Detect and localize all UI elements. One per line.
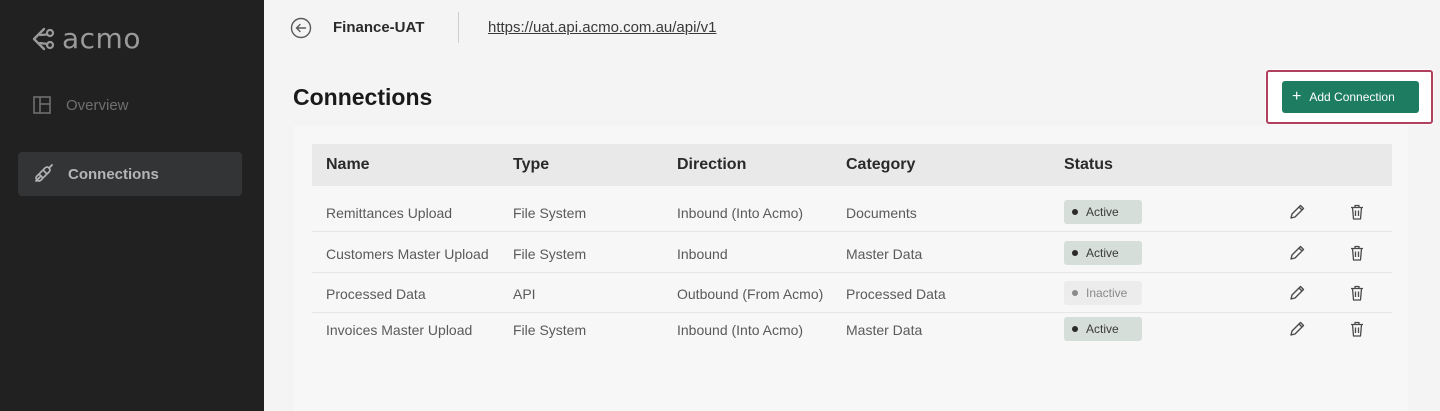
cell-type: File System — [513, 246, 587, 262]
environment-name: Finance-UAT — [333, 19, 425, 36]
cell-direction: Outbound (From Acmo) — [677, 286, 824, 302]
cell-name: Remittances Upload — [326, 205, 453, 221]
table-row[interactable]: Processed Data API Outbound (From Acmo) … — [312, 273, 1392, 313]
table-row[interactable]: Remittances Upload File System Inbound (… — [312, 192, 1392, 232]
column-header-name: Name — [326, 156, 370, 173]
delete-trash-icon[interactable] — [1348, 203, 1366, 221]
column-header-category: Category — [846, 156, 916, 173]
status-dot — [1072, 326, 1078, 332]
status-text: Active — [1086, 322, 1119, 336]
delete-trash-icon[interactable] — [1348, 244, 1366, 262]
column-header-type: Type — [513, 156, 550, 173]
table-header: Name Type Direction Category Status — [312, 144, 1392, 186]
status-badge: Active — [1064, 200, 1142, 224]
add-connection-button[interactable]: + Add Connection — [1282, 81, 1419, 113]
status-text: Inactive — [1086, 286, 1128, 300]
status-badge: Active — [1064, 317, 1142, 341]
column-header-status: Status — [1064, 156, 1113, 173]
sidebar: acmo Overview Connections — [0, 0, 264, 411]
status-dot — [1072, 250, 1078, 256]
cell-category: Documents — [846, 205, 917, 221]
cell-category: Master Data — [846, 322, 923, 338]
add-connection-label: Add Connection — [1309, 90, 1395, 104]
edit-pencil-icon[interactable] — [1288, 320, 1306, 338]
column-header-direction: Direction — [677, 156, 747, 173]
status-badge: Active — [1064, 241, 1142, 265]
delete-trash-icon[interactable] — [1348, 320, 1366, 338]
status-dot — [1072, 209, 1078, 215]
page-title: Connections — [293, 84, 433, 110]
status-text: Active — [1086, 205, 1119, 219]
sidebar-item-label: Overview — [66, 96, 129, 114]
cell-name: Customers Master Upload — [326, 246, 489, 262]
delete-trash-icon[interactable] — [1348, 284, 1366, 302]
topbar: Finance-UAT https://uat.api.acmo.com.au/… — [264, 0, 1440, 56]
status-dot — [1072, 290, 1078, 296]
cell-type: File System — [513, 205, 587, 221]
cell-category: Master Data — [846, 246, 923, 262]
connections-panel: Name Type Direction Category Status Remi… — [294, 126, 1408, 411]
logo-text: acmo — [62, 22, 141, 55]
acmo-logo-icon — [32, 27, 55, 50]
cell-type: File System — [513, 322, 587, 338]
table-row[interactable]: Invoices Master Upload File System Inbou… — [312, 309, 1392, 349]
cell-type: API — [513, 286, 536, 302]
cell-direction: Inbound — [677, 246, 728, 262]
sidebar-item-overview[interactable]: Overview — [18, 83, 242, 127]
edit-pencil-icon[interactable] — [1288, 284, 1306, 302]
cell-name: Invoices Master Upload — [326, 322, 473, 338]
cell-direction: Inbound (Into Acmo) — [677, 205, 804, 221]
edit-pencil-icon[interactable] — [1288, 244, 1306, 262]
plus-icon: + — [1292, 88, 1302, 105]
cell-name: Processed Data — [326, 286, 426, 302]
layout-icon — [33, 96, 51, 114]
status-text: Active — [1086, 246, 1119, 260]
brand-logo[interactable]: acmo — [30, 22, 141, 55]
sidebar-item-label: Connections — [68, 165, 159, 183]
table-row[interactable]: Customers Master Upload File System Inbo… — [312, 233, 1392, 273]
sidebar-item-connections[interactable]: Connections — [18, 152, 242, 196]
cell-category: Processed Data — [846, 286, 946, 302]
edit-pencil-icon[interactable] — [1288, 203, 1306, 221]
main-content: Finance-UAT https://uat.api.acmo.com.au/… — [264, 0, 1440, 411]
status-badge: Inactive — [1064, 281, 1142, 305]
back-arrow-icon[interactable] — [290, 17, 312, 39]
environment-url-link[interactable]: https://uat.api.acmo.com.au/api/v1 — [488, 19, 716, 36]
topbar-divider — [458, 12, 459, 43]
plug-icon — [35, 164, 53, 182]
cell-direction: Inbound (Into Acmo) — [677, 322, 804, 338]
